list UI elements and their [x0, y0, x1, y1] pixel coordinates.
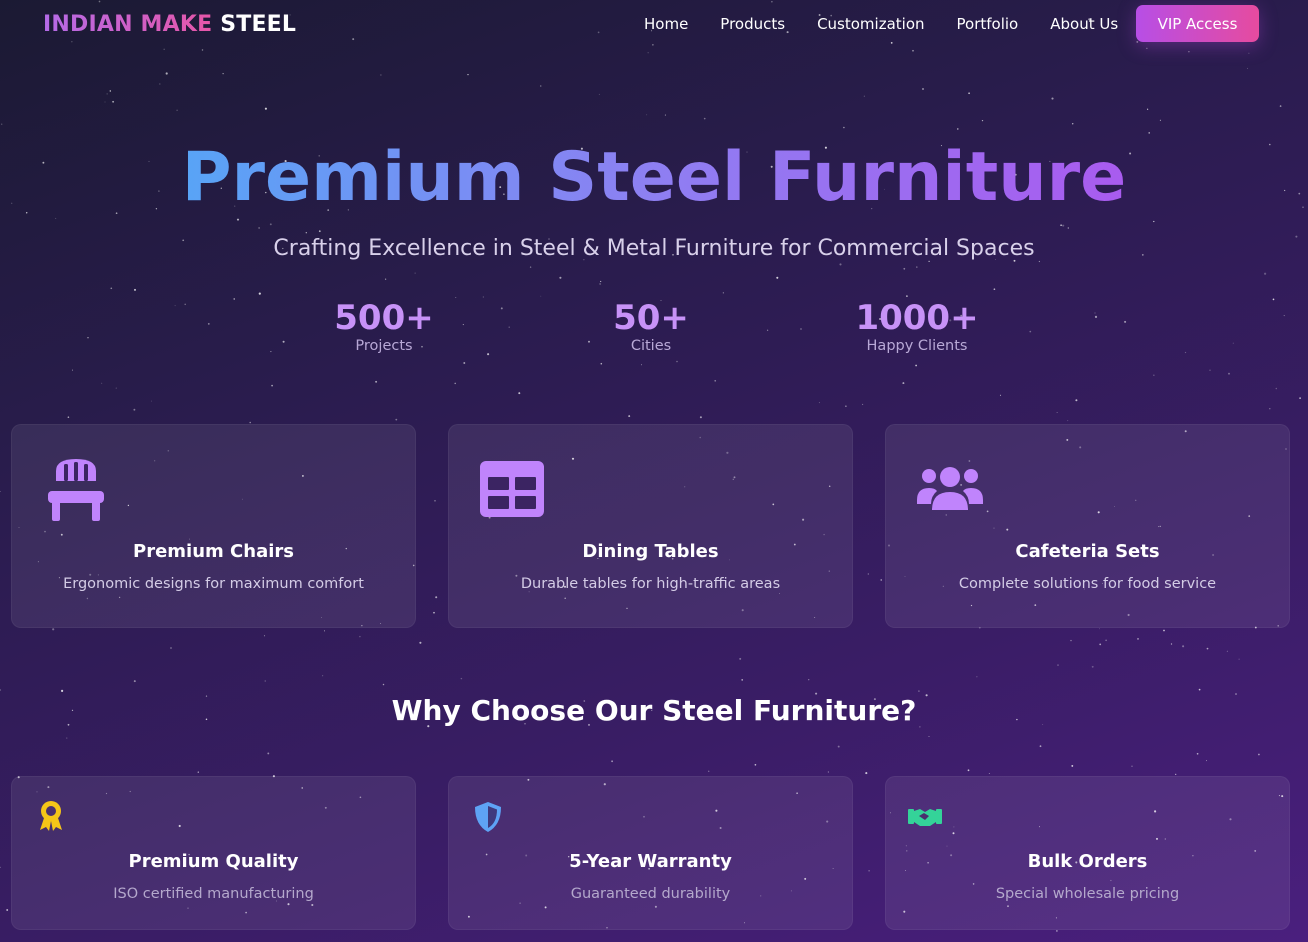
- logo-text-primary: INDIAN MAKE: [43, 12, 213, 37]
- feature-card-quality: Premium Quality ISO certified manufactur…: [11, 776, 416, 930]
- stat-label: Happy Clients: [866, 338, 968, 354]
- card-title: Premium Chairs: [133, 541, 294, 562]
- award-icon: [38, 800, 64, 836]
- brand-logo[interactable]: INDIAN MAKE STEEL: [43, 12, 296, 37]
- category-card-chairs[interactable]: Premium Chairs Ergonomic designs for max…: [11, 424, 416, 628]
- stat-projects: 500+ Projects: [284, 298, 484, 354]
- category-card-cafeteria[interactable]: Cafeteria Sets Complete solutions for fo…: [885, 424, 1290, 628]
- vip-access-button[interactable]: VIP Access: [1136, 5, 1259, 42]
- nav-item-home[interactable]: Home: [644, 15, 688, 33]
- stat-cities: 50+ Cities: [551, 298, 751, 354]
- logo-text-secondary: STEEL: [220, 12, 297, 37]
- top-navbar: INDIAN MAKE STEEL Home Products Customiz…: [0, 0, 1308, 50]
- users-icon: [917, 466, 983, 516]
- card-description: ISO certified manufacturing: [113, 886, 314, 902]
- stat-value: 1000+: [855, 298, 979, 338]
- stat-label: Projects: [355, 338, 413, 354]
- card-description: Durable tables for high-traffic areas: [520, 576, 781, 592]
- hero-subtitle: Crafting Excellence in Steel & Metal Fur…: [273, 236, 1035, 261]
- nav-menu: Home Products Customization Portfolio Ab…: [644, 15, 1118, 33]
- card-description: Guaranteed durability: [570, 886, 731, 902]
- card-title: 5-Year Warranty: [569, 851, 732, 872]
- handshake-icon: [908, 806, 942, 832]
- chair-icon: [48, 457, 104, 525]
- category-card-tables[interactable]: Dining Tables Durable tables for high-tr…: [448, 424, 853, 628]
- table-icon: [480, 461, 544, 521]
- card-title: Premium Quality: [128, 851, 299, 872]
- card-description: Special wholesale pricing: [995, 886, 1180, 902]
- card-description: Ergonomic designs for maximum comfort: [63, 576, 364, 592]
- nav-item-products[interactable]: Products: [720, 15, 785, 33]
- card-title: Bulk Orders: [1027, 851, 1148, 872]
- card-description: Complete solutions for food service: [958, 576, 1217, 592]
- stat-value: 50+: [613, 298, 689, 338]
- section-heading: Why Choose Our Steel Furniture?: [391, 694, 917, 727]
- stat-label: Cities: [630, 338, 672, 354]
- nav-item-about-us[interactable]: About Us: [1050, 15, 1118, 33]
- nav-item-customization[interactable]: Customization: [817, 15, 924, 33]
- feature-card-warranty: 5-Year Warranty Guaranteed durability: [448, 776, 853, 930]
- shield-icon: [473, 801, 503, 837]
- feature-card-bulk: Bulk Orders Special wholesale pricing: [885, 776, 1290, 930]
- stat-happy-clients: 1000+ Happy Clients: [817, 298, 1017, 354]
- card-title: Cafeteria Sets: [1015, 541, 1160, 562]
- hero-title: Premium Steel Furniture: [181, 138, 1127, 217]
- nav-item-portfolio[interactable]: Portfolio: [957, 15, 1019, 33]
- stat-value: 500+: [334, 298, 434, 338]
- card-title: Dining Tables: [582, 541, 719, 562]
